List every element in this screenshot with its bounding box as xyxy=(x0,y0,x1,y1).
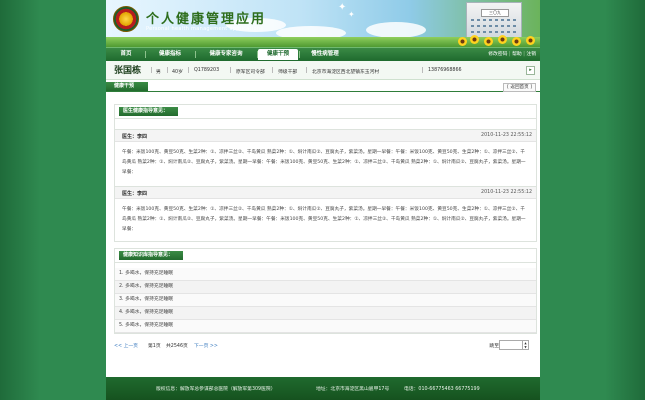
sunflower-decoration xyxy=(484,37,493,46)
patient-age: 40岁 xyxy=(172,70,183,75)
back-home-button[interactable]: [ 返回首页 ] xyxy=(503,83,536,92)
patient-info-bar: 张国栋 男 40岁 Q1789203 原军区司令部 师级干部 北京市海淀区西北望… xyxy=(106,61,540,80)
knowledge-title: 健康知识库指导意见： xyxy=(119,251,184,260)
advice-text: 午餐：米饭100克、黄豆50克、生菜2种：①、凉拌三丝②、千岛黄瓜 熟菜2种：①… xyxy=(122,207,526,232)
knowledge-list: 1. 多喝水，保持充足睡眠 2. 多喝水，保持充足睡眠 3. 多喝水，保持充足睡… xyxy=(115,268,536,333)
app-title: 个人健康管理应用 xyxy=(146,12,267,27)
app-subtitle: Personal health management applications xyxy=(146,26,264,32)
info-divider xyxy=(188,67,189,73)
patient-role: 师级干部 xyxy=(278,70,298,75)
patient-id: Q1789203 xyxy=(194,68,220,73)
page-jump-select[interactable]: ▲ ▼ xyxy=(499,340,529,350)
cloud-decoration xyxy=(366,22,426,38)
advice-doctor: 医生：李四 xyxy=(122,191,148,197)
advice-time: 2010-11-23 22:55:12 xyxy=(481,190,532,195)
patient-name: 张国栋 xyxy=(114,66,142,76)
help-link[interactable]: 帮助 xyxy=(512,52,522,57)
page: ✦ ✦ 三〇九 个人健康管理应用 Personal health managem… xyxy=(0,0,645,400)
sunflower-decoration xyxy=(458,37,467,46)
info-divider xyxy=(151,67,152,73)
prev-page-link[interactable]: << 上一页 xyxy=(114,342,138,349)
current-page: 第1页 xyxy=(148,344,161,349)
patient-address: 北京市海淀区西北望镇东玉河村 xyxy=(312,70,380,75)
advice-record: 医生：李四 2010-11-23 22:55:12 午餐：米饭100克、黄豆50… xyxy=(115,129,536,184)
dove-icon: ✦ xyxy=(348,10,355,19)
info-divider xyxy=(230,67,231,73)
knowledge-header: 健康知识库指导意见： xyxy=(115,249,536,263)
advice-record-header: 医生：李四 2010-11-23 22:55:12 xyxy=(115,130,536,142)
hospital-logo xyxy=(113,6,139,32)
info-divider xyxy=(167,67,168,73)
footer: 版权信息：解放军总参谋部总医院（解放军第309医院） 地址：北京市海淀区黑山扈甲… xyxy=(106,377,540,400)
list-item: 1. 多喝水，保持充足睡眠 xyxy=(115,268,536,281)
list-item: 4. 多喝水，保持充足睡眠 xyxy=(115,307,536,320)
patient-org: 原军区司令部 xyxy=(236,70,265,75)
tab-home[interactable]: 首页 xyxy=(108,49,144,60)
patient-gender: 男 xyxy=(156,70,161,75)
list-item: 2. 多喝水，保持充足睡眠 xyxy=(115,281,536,294)
section-header: 健康干预 [ 返回首页 ] xyxy=(106,82,540,92)
advice-record-header: 医生：李四 2010-11-23 22:55:12 xyxy=(115,187,536,199)
doctor-advice-panel: 医生健康指导意见： 医生：李四 2010-11-23 22:55:12 午餐：米… xyxy=(114,104,537,242)
info-divider xyxy=(272,67,273,73)
main-nav: 首页 健康指标 健康专家咨询 健康干预 慢性病管理 修改密码 | 帮助 | 注销 xyxy=(106,47,540,61)
tab-health-indicators[interactable]: 健康指标 xyxy=(146,49,194,60)
sunflower-decoration xyxy=(470,35,479,44)
logout-link[interactable]: 注销 xyxy=(526,52,536,57)
change-password-link[interactable]: 修改密码 xyxy=(488,52,507,57)
footer-address: 地址：北京市海淀区黑山扈甲17号 xyxy=(316,387,390,392)
footer-phone: 电话：010-66775463 66775199 xyxy=(404,387,480,392)
patient-phone: 13876968866 xyxy=(428,68,462,73)
expand-icon[interactable]: ▸ xyxy=(526,66,535,75)
tab-chronic-disease[interactable]: 慢性病管理 xyxy=(300,49,350,60)
doctor-advice-header: 医生健康指导意见： xyxy=(115,105,536,119)
list-item: 3. 多喝水，保持充足睡眠 xyxy=(115,294,536,307)
jump-label: 跳至 xyxy=(489,344,499,349)
info-divider xyxy=(422,67,423,73)
content-area: 医生健康指导意见： 医生：李四 2010-11-23 22:55:12 午餐：米… xyxy=(114,104,537,352)
section-title: 健康干预 xyxy=(106,82,149,91)
sunflower-decoration xyxy=(512,37,521,46)
advice-text: 午餐：米饭100克、黄豆50克、生菜2种：①、凉拌三丝②、千岛黄瓜 熟菜2种：①… xyxy=(122,150,526,175)
list-item: 5. 多喝水，保持充足睡眠 xyxy=(115,320,536,333)
tab-expert-consult[interactable]: 健康专家咨询 xyxy=(196,49,256,60)
building-sign: 三〇九 xyxy=(481,9,509,17)
spinner-arrows-icon[interactable]: ▲ ▼ xyxy=(522,341,528,349)
tab-health-intervention[interactable]: 健康干预 xyxy=(258,49,298,60)
total-pages: 共2546页 xyxy=(166,344,188,349)
knowledge-panel: 健康知识库指导意见： 1. 多喝水，保持充足睡眠 2. 多喝水，保持充足睡眠 3… xyxy=(114,248,537,334)
sunflower-decoration xyxy=(498,35,507,44)
user-links: 修改密码 | 帮助 | 注销 xyxy=(488,52,536,57)
doctor-advice-title: 医生健康指导意见： xyxy=(119,107,179,116)
header-banner: ✦ ✦ 三〇九 个人健康管理应用 Personal health managem… xyxy=(106,0,540,47)
main-container: ✦ ✦ 三〇九 个人健康管理应用 Personal health managem… xyxy=(106,0,540,400)
dove-icon: ✦ xyxy=(338,2,347,13)
footer-copyright: 版权信息：解放军总参谋部总医院（解放军第309医院） xyxy=(156,387,276,392)
info-divider xyxy=(306,67,307,73)
advice-time: 2010-11-23 22:55:12 xyxy=(481,133,532,138)
next-page-link[interactable]: 下一页 >> xyxy=(194,342,218,349)
advice-record: 医生：李四 2010-11-23 22:55:12 午餐：米饭100克、黄豆50… xyxy=(115,186,536,241)
pagination: << 上一页 第1页 共2546页 下一页 >> 跳至 ▲ ▼ xyxy=(114,338,537,352)
sunflower-decoration xyxy=(526,36,535,45)
advice-doctor: 医生：李四 xyxy=(122,134,148,140)
